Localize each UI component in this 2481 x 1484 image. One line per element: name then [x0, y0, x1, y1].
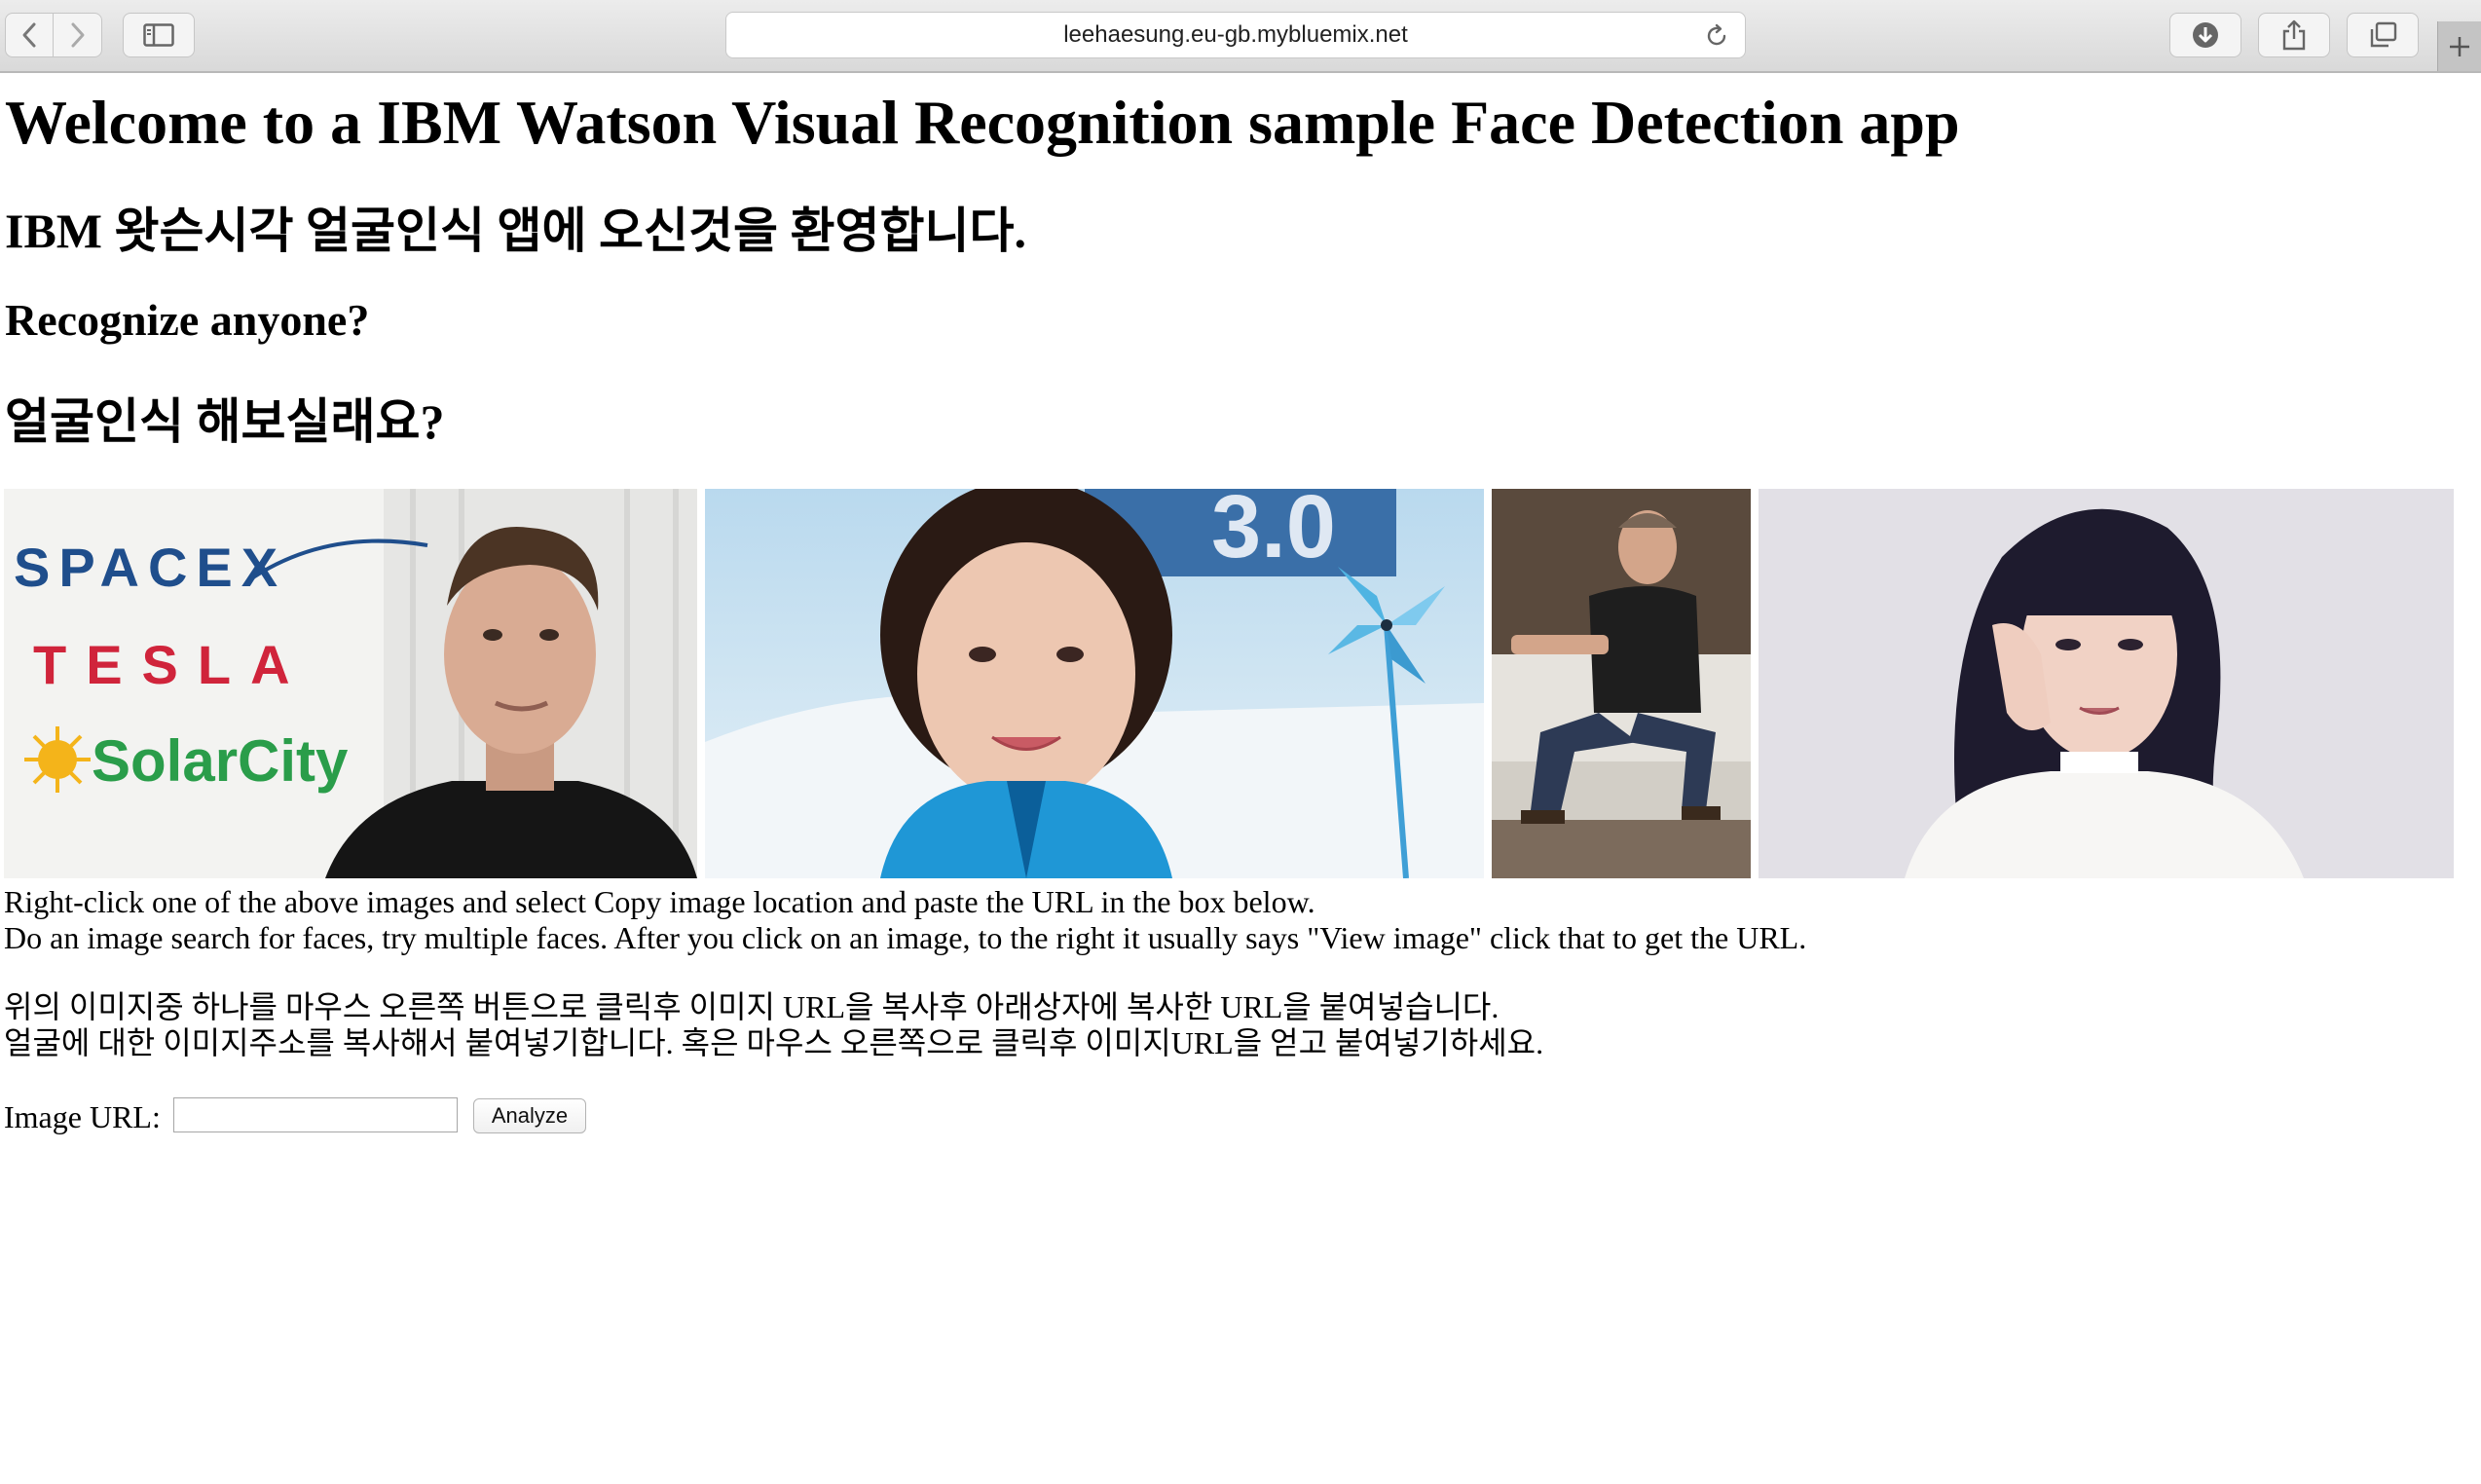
- share-icon: [2282, 19, 2306, 51]
- web-page: Welcome to a IBM Watson Visual Recogniti…: [0, 73, 2481, 1484]
- svg-text:3.0: 3.0: [1211, 489, 1336, 576]
- recognize-prompt: Recognize anyone?: [5, 295, 370, 345]
- chevron-right-icon: [71, 22, 84, 48]
- linus-photo[interactable]: [1492, 489, 1751, 878]
- image-url-input[interactable]: [173, 1097, 458, 1132]
- page-title: Welcome to a IBM Watson Visual Recogniti…: [5, 88, 1960, 157]
- elon-musk-photo[interactable]: SPACEX TESLA SolarCity: [4, 489, 697, 878]
- singer-photo[interactable]: [1759, 489, 2454, 878]
- reload-icon: [1707, 23, 1726, 46]
- plus-icon: [2450, 36, 2469, 56]
- address-bar[interactable]: leehaesung.eu-gb.mybluemix.net: [725, 12, 1746, 58]
- reload-button[interactable]: [1702, 21, 1731, 51]
- history-nav: [5, 13, 102, 57]
- new-tab-button[interactable]: [2437, 21, 2481, 71]
- instructions-korean: 위의 이미지중 하나를 마우스 오른쪽 버튼으로 클릭후 이미지 URL을 복사…: [4, 989, 1543, 1061]
- analyze-button[interactable]: Analyze: [473, 1098, 586, 1133]
- download-icon: [2193, 22, 2218, 48]
- instruction-line: Right-click one of the above images and …: [4, 884, 1315, 919]
- forward-button[interactable]: [54, 13, 102, 57]
- share-button[interactable]: [2258, 13, 2330, 57]
- sidebar-icon: [143, 23, 174, 47]
- url-text: leehaesung.eu-gb.mybluemix.net: [1063, 21, 1408, 48]
- downloads-button[interactable]: [2169, 13, 2241, 57]
- instruction-line: 위의 이미지중 하나를 마우스 오른쪽 버튼으로 클릭후 이미지 URL을 복사…: [4, 989, 1500, 1024]
- svg-text:SPACEX: SPACEX: [14, 537, 286, 598]
- image-url-label: Image URL:: [4, 1099, 161, 1134]
- instructions-english: Right-click one of the above images and …: [4, 884, 1806, 956]
- sidebar-button[interactable]: [123, 13, 195, 57]
- tabs-overview-icon: [2370, 21, 2397, 48]
- svg-text:TESLA: TESLA: [33, 634, 310, 695]
- recognize-prompt-korean: 얼굴인식 해보실래요?: [5, 394, 445, 449]
- browser-toolbar: leehaesung.eu-gb.mybluemix.net: [0, 0, 2481, 73]
- back-button[interactable]: [5, 13, 54, 57]
- tabs-overview-button[interactable]: [2347, 13, 2419, 57]
- instruction-line: Do an image search for faces, try multip…: [4, 920, 1807, 955]
- svg-text:SolarCity: SolarCity: [92, 728, 349, 794]
- page-title-korean: IBM 왓슨시각 얼굴인식 앱에 오신것을 환영합니다.: [5, 204, 1026, 258]
- instruction-line: 얼굴에 대한 이미지주소를 복사해서 붙여넣기합니다. 혹은 마우스 오른쪽으로…: [4, 1025, 1544, 1060]
- skater-photo[interactable]: 3.0: [705, 489, 1484, 878]
- chevron-left-icon: [22, 22, 36, 48]
